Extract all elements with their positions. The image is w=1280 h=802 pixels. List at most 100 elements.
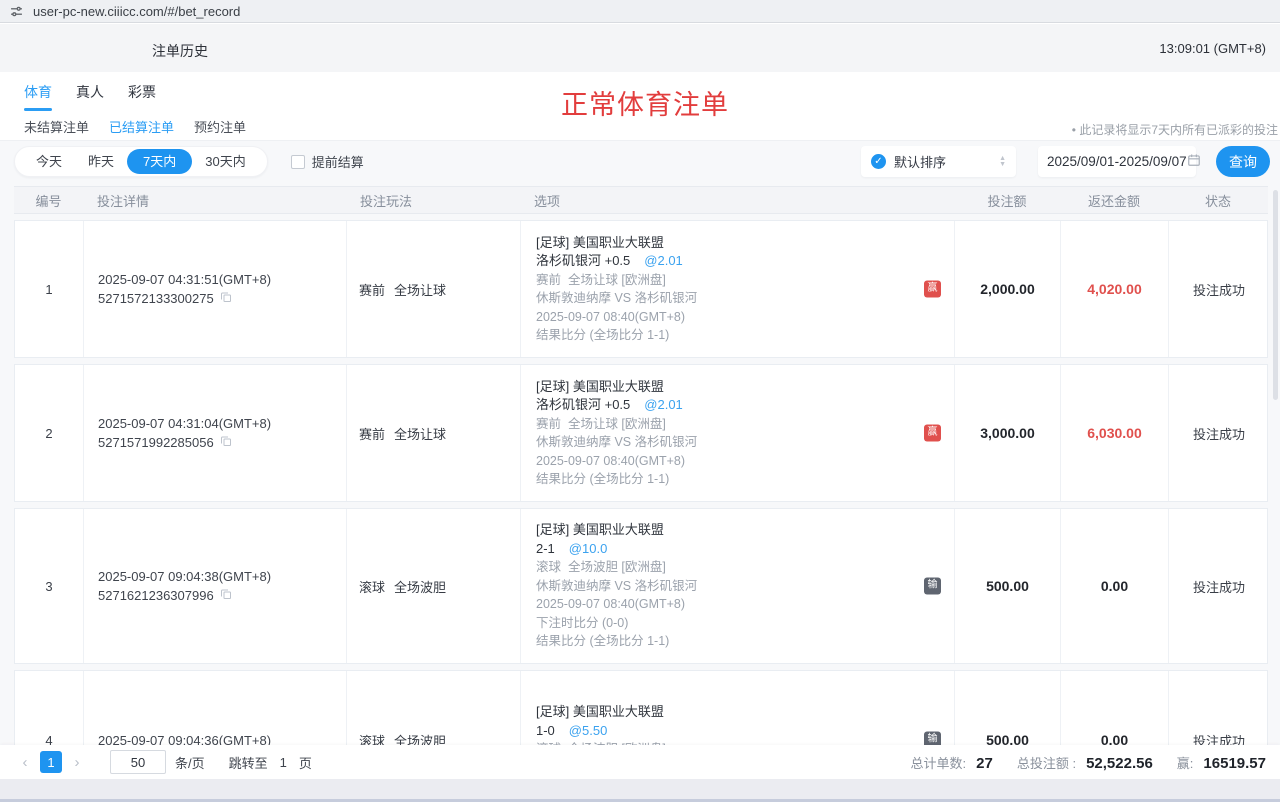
url-text: user-pc-new.ciiicc.com/#/bet_record [33,4,240,19]
tab-live[interactable]: 真人 [76,82,104,111]
bet-pick: 1-0 [536,723,555,738]
result-badge-win: 赢 [924,281,941,298]
per-page-label: 条/页 [175,753,205,772]
result-score: 结果比分 (全场比分 1-1) [536,470,898,489]
tune-icon[interactable] [10,5,23,18]
column-header-detail: 投注详情 [83,191,346,210]
page-title: 注单历史 [152,41,208,61]
summary-win-value: 16519.57 [1203,755,1266,772]
server-clock: 13:09:01 (GMT+8) [1159,41,1266,56]
next-page-button[interactable]: › [66,751,88,773]
early-settlement-filter[interactable]: 提前结算 [291,152,364,171]
league-name: [足球] 美国职业大联盟 [536,703,898,722]
bet-order-id: 5271621236307996 [98,588,214,603]
vertical-scrollbar[interactable] [1273,190,1278,400]
bet-time: 2025-09-07 04:31:51(GMT+8) [98,272,346,287]
bet-detail-cell: 2025-09-07 04:31:51(GMT+8) 5271572133300… [84,221,347,357]
table-header: 编号 投注详情 投注玩法 选项 投注额 返还金额 状态 [14,186,1268,214]
summary-count-value: 27 [976,755,993,772]
date-range-value: 2025/09/01-2025/09/07 [1047,154,1187,169]
bottom-strip [0,779,1280,802]
match-time: 2025-09-07 08:40(GMT+8) [536,308,898,327]
filter-today[interactable]: 今天 [23,147,75,176]
filter-row: 今天 昨天 7天内 30天内 提前结算 ✓ 默认排序 ▲▼ 2025/09/01… [14,146,1270,177]
main-tabs: 体育 真人 彩票 [24,82,156,111]
column-header-stake: 投注额 [954,191,1060,210]
stake-cell: 2,000.00 [955,221,1061,357]
bet-time: 2025-09-07 09:04:38(GMT+8) [98,569,346,584]
filter-30-days[interactable]: 30天内 [192,147,258,176]
copy-icon[interactable] [220,291,232,306]
red-annotation-text: 正常体育注单 [561,83,729,122]
league-name: [足球] 美国职业大联盟 [536,521,898,540]
table-footer: ‹ 1 › 条/页 跳转至 1 页 总计单数: 27 总投注额 : 52,522… [0,745,1280,779]
column-header-no: 编号 [14,191,83,210]
page-unit-label: 页 [299,753,312,772]
column-header-play: 投注玩法 [346,191,520,210]
result-score: 结果比分 (全场比分 1-1) [536,632,898,651]
column-header-payout: 返还金额 [1060,191,1168,210]
payout-cell: 0.00 [1061,509,1169,663]
checkbox-unchecked-icon[interactable] [291,155,305,169]
browser-address-bar[interactable]: user-pc-new.ciiicc.com/#/bet_record [0,0,1280,23]
status-cell: 投注成功 [1169,365,1269,501]
table-row: 3 2025-09-07 09:04:38(GMT+8) 52716212363… [14,508,1268,664]
table-row: 2 2025-09-07 04:31:04(GMT+8) 52715719922… [14,364,1268,502]
page-header: 注单历史 13:09:01 (GMT+8) [0,24,1280,72]
search-button[interactable]: 查询 [1216,146,1270,177]
bet-detail-cell: 2025-09-07 09:04:38(GMT+8) 5271621236307… [84,509,347,663]
stake-cell: 3,000.00 [955,365,1061,501]
tabs-area: 体育 真人 彩票 正常体育注单 未结算注单 已结算注单 预约注单 • 此记录将显… [0,72,1280,141]
bet-score: 下注时比分 (0-0) [536,614,898,633]
option-cell: [足球] 美国职业大联盟 洛杉矶银河 +0.5@2.01 赛前 全场让球 [欧洲… [521,365,955,501]
league-name: [足球] 美国职业大联盟 [536,234,898,253]
date-range-input[interactable]: 2025/09/01-2025/09/07 [1038,146,1196,177]
filter-7-days[interactable]: 7天内 [127,149,192,174]
page-size-input[interactable] [110,750,166,774]
tab-lottery[interactable]: 彩票 [128,82,156,111]
table-row: 1 2025-09-07 04:31:51(GMT+8) 52715721333… [14,220,1268,358]
summary-totals: 总计单数: 27 总投注额 : 52,522.56 赢: 16519.57 [911,753,1266,772]
records-note: • 此记录将显示7天内所有已派彩的投注 [1072,121,1278,138]
match-teams: 休斯敦迪纳摩 VS 洛杉矶银河 [536,577,898,596]
bet-pick: 2-1 [536,541,555,556]
match-teams: 休斯敦迪纳摩 VS 洛杉矶银河 [536,433,898,452]
copy-icon[interactable] [220,435,232,450]
stake-cell: 500.00 [955,509,1061,663]
sort-select[interactable]: ✓ 默认排序 ▲▼ [861,146,1016,177]
status-cell: 投注成功 [1169,221,1269,357]
bet-odds: @5.50 [569,723,608,738]
payout-cell: 6,030.00 [1061,365,1169,501]
status-cell: 投注成功 [1169,509,1269,663]
filter-yesterday[interactable]: 昨天 [75,147,127,176]
tab-sports[interactable]: 体育 [24,82,52,111]
content-area: 今天 昨天 7天内 30天内 提前结算 ✓ 默认排序 ▲▼ 2025/09/01… [0,141,1280,779]
bet-order-id: 5271572133300275 [98,291,214,306]
jump-to-label: 跳转至 [229,753,268,772]
play-detail: 赛前 全场让球 [欧洲盘] [536,271,898,290]
calendar-icon[interactable] [1187,153,1201,170]
sort-arrows-icon: ▲▼ [999,156,1006,168]
summary-count-label: 总计单数: [911,753,967,772]
play-cell: 滚球全场波胆 [347,509,521,663]
match-time: 2025-09-07 08:40(GMT+8) [536,452,898,471]
option-cell: [足球] 美国职业大联盟 洛杉矶银河 +0.5@2.01 赛前 全场让球 [欧洲… [521,221,955,357]
page-number-button[interactable]: 1 [40,751,62,773]
result-badge-lose: 输 [924,578,941,595]
prev-page-button[interactable]: ‹ [14,751,36,773]
league-name: [足球] 美国职业大联盟 [536,378,898,397]
result-score: 结果比分 (全场比分 1-1) [536,326,898,345]
bet-pick: 洛杉矶银河 +0.5 [536,397,630,412]
match-time: 2025-09-07 08:40(GMT+8) [536,595,898,614]
summary-total-value: 52,522.56 [1086,755,1153,772]
bet-pick: 洛杉矶银河 +0.5 [536,253,630,268]
bet-detail-cell: 2025-09-07 04:31:04(GMT+8) 5271571992285… [84,365,347,501]
result-badge-win: 赢 [924,425,941,442]
copy-icon[interactable] [220,588,232,603]
row-number: 1 [15,221,84,357]
play-detail: 赛前 全场让球 [欧洲盘] [536,415,898,434]
jump-page-value: 1 [280,755,287,770]
summary-win-label: 赢: [1177,753,1194,772]
match-teams: 休斯敦迪纳摩 VS 洛杉矶银河 [536,289,898,308]
summary-total-label: 总投注额 : [1017,753,1076,772]
